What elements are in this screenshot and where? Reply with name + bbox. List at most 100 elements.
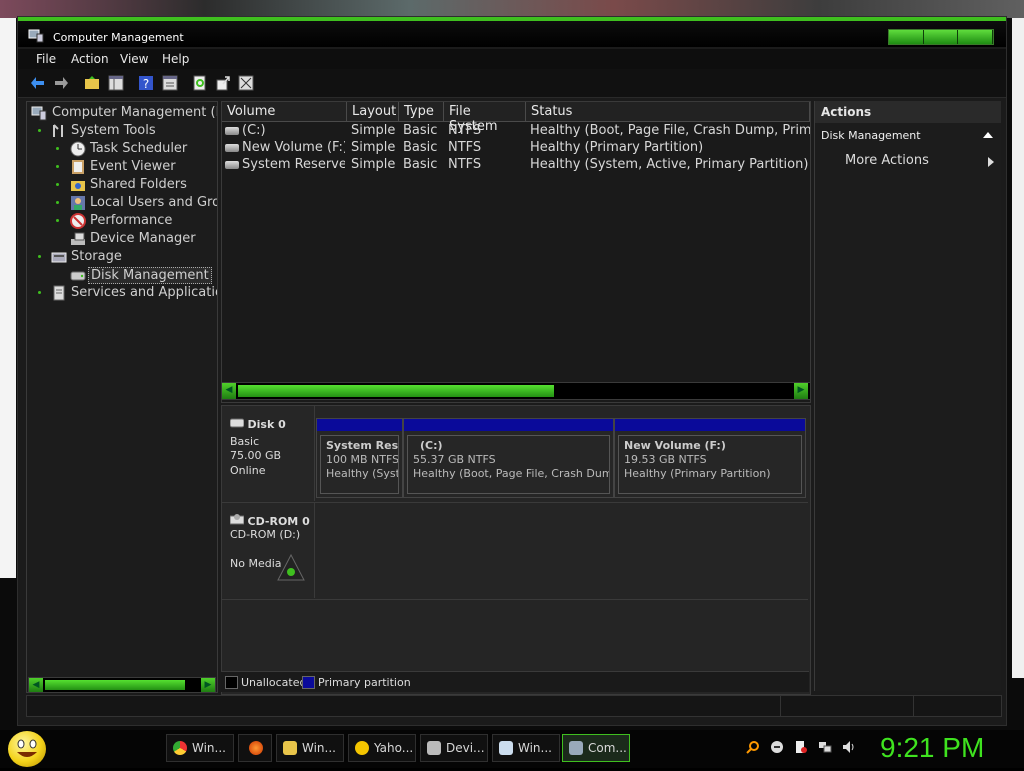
scroll-left-button[interactable]: ◀ <box>222 383 236 399</box>
taskbar-item-chrome[interactable]: Win... <box>166 734 234 762</box>
scroll-thumb[interactable] <box>45 680 185 690</box>
partition-status: Healthy (Syste <box>326 467 399 480</box>
shared-folder-icon <box>71 181 85 191</box>
volume-horizontal-scrollbar[interactable]: ◀ ▶ <box>221 382 811 400</box>
scroll-thumb[interactable] <box>238 385 554 397</box>
system-clock[interactable]: 9:21 PM <box>880 732 984 764</box>
close-button[interactable] <box>958 30 994 44</box>
export-icon[interactable] <box>215 75 231 91</box>
show-hide-tree-icon[interactable] <box>108 75 124 91</box>
partition-title: New Volume (F:) <box>624 439 726 452</box>
title-bar[interactable]: Computer Management <box>18 17 1006 47</box>
taskbar-item-firefox[interactable] <box>238 734 272 762</box>
clock-icon <box>70 141 86 157</box>
layout-cell: Simple <box>351 157 396 172</box>
primary-partition-bar <box>404 419 613 431</box>
table-row[interactable]: (C:) Simple Basic NTFS Healthy (Boot, Pa… <box>222 123 810 140</box>
menu-action[interactable]: Action <box>71 52 109 66</box>
column-header-file-system[interactable]: File System <box>444 102 526 134</box>
tree-label: Event Viewer <box>90 159 176 174</box>
minimize-button[interactable] <box>889 30 924 44</box>
cdrom-0-label[interactable]: CD-ROM 0 CD-ROM (D:) No Media <box>222 503 315 598</box>
volume-icon <box>225 160 239 169</box>
up-folder-icon[interactable] <box>84 75 100 91</box>
scroll-right-button[interactable]: ▶ <box>201 678 215 692</box>
properties-icon[interactable] <box>162 75 178 91</box>
collapse-up-icon[interactable] <box>983 131 993 139</box>
refresh-icon[interactable] <box>192 75 208 91</box>
volume-name: New Volume (F:) <box>242 140 345 155</box>
chrome-icon <box>173 741 187 755</box>
tree-label: System Tools <box>71 123 156 138</box>
performance-icon <box>70 213 86 229</box>
partition-status: Healthy (Primary Partition) <box>624 467 771 480</box>
status-cell: Healthy (System, Active, Primary Partiti… <box>530 157 809 172</box>
partition-status: Healthy (Boot, Page File, Crash Dump, Pr <box>413 467 609 480</box>
tree-bullet <box>56 219 59 222</box>
column-header-status[interactable]: Status <box>526 102 810 122</box>
volume-name: System Reserved <box>242 157 345 172</box>
taskbar-item-explorer[interactable]: Win... <box>276 734 344 762</box>
svg-text:?: ? <box>143 77 149 91</box>
messenger-tray-icon[interactable] <box>770 740 784 754</box>
menu-view[interactable]: View <box>120 52 148 66</box>
file-system-cell: NTFS <box>448 123 482 138</box>
toolbar: ? <box>18 69 1006 98</box>
partition-size: 100 MB NTFS <box>326 453 399 466</box>
column-header-layout[interactable]: Layout <box>347 102 399 122</box>
back-icon[interactable] <box>30 75 46 91</box>
tree-horizontal-scrollbar[interactable]: ◀ ▶ <box>28 677 216 693</box>
maximize-button[interactable] <box>923 30 959 44</box>
scroll-right-button[interactable]: ▶ <box>794 383 808 399</box>
primary-partition-swatch <box>302 676 315 689</box>
task-label: Win... <box>518 741 552 755</box>
forward-icon[interactable] <box>53 75 69 91</box>
column-header-type[interactable]: Type <box>399 102 444 122</box>
table-row[interactable]: New Volume (F:) Simple Basic NTFS Health… <box>222 140 808 157</box>
task-label: Com... <box>588 741 627 755</box>
scroll-left-button[interactable]: ◀ <box>29 678 43 692</box>
menu-file[interactable]: File <box>36 52 56 66</box>
rescan-icon[interactable] <box>238 75 254 91</box>
search-icon[interactable] <box>746 740 760 754</box>
volume-icon[interactable] <box>842 740 856 754</box>
expand-bullet[interactable] <box>38 291 41 294</box>
window-controls <box>888 29 994 45</box>
actions-section-disk-management[interactable]: Disk Management <box>815 125 1001 145</box>
taskbar-item-device-manager[interactable]: Devi... <box>420 734 488 762</box>
file-system-cell: NTFS <box>448 157 482 172</box>
partition-system-reserved[interactable]: System Rese 100 MB NTFS Healthy (Syste <box>316 418 403 498</box>
taskbar-item-computer-management[interactable]: Com... <box>562 734 630 762</box>
computer-management-icon <box>28 29 44 43</box>
smiley-icon <box>17 739 37 757</box>
more-actions-item[interactable]: More Actions <box>845 153 929 168</box>
partition-size: 19.53 GB NTFS <box>624 453 707 466</box>
type-cell: Basic <box>403 140 438 155</box>
window-title: Computer Management <box>53 31 184 44</box>
help-icon[interactable]: ? <box>138 75 154 91</box>
tree-bullet <box>56 201 59 204</box>
column-header-volume[interactable]: Volume <box>222 102 347 122</box>
type-cell: Basic <box>403 123 438 138</box>
partition-f[interactable]: New Volume (F:) 19.53 GB NTFS Healthy (P… <box>614 418 806 498</box>
folder-icon <box>283 741 297 755</box>
expand-bullet[interactable] <box>38 129 41 132</box>
start-button[interactable] <box>8 731 46 767</box>
expand-bullet[interactable] <box>38 255 41 258</box>
partition-c[interactable]: (C:) 55.37 GB NTFS Healthy (Boot, Page F… <box>403 418 614 498</box>
taskbar-item-yahoo[interactable]: Yaho... <box>348 734 416 762</box>
computer-management-window: Computer Management File Action View Hel… <box>17 16 1007 726</box>
background-window-edge <box>0 18 16 578</box>
action-center-icon[interactable] <box>794 740 808 754</box>
services-icon <box>53 285 65 301</box>
tree-bullet <box>56 165 59 168</box>
table-row[interactable]: System Reserved Simple Basic NTFS Health… <box>222 157 808 174</box>
firefox-icon <box>249 741 263 755</box>
menu-help[interactable]: Help <box>162 52 189 66</box>
disk-0-label[interactable]: Disk 0 Basic 75.00 GB Online <box>222 406 315 501</box>
taskbar-item-notepad[interactable]: Win... <box>492 734 560 762</box>
tree-label: Storage <box>71 249 122 264</box>
chevron-right-icon[interactable] <box>987 157 995 167</box>
network-icon[interactable] <box>818 740 832 754</box>
task-label: Win... <box>302 741 336 755</box>
